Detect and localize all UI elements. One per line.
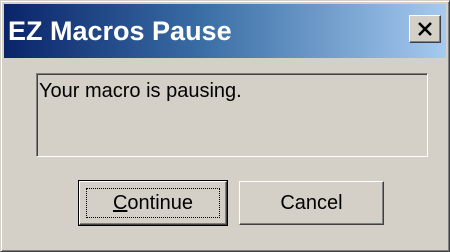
close-button[interactable]: [409, 15, 441, 43]
cancel-button-label: Cancel: [280, 191, 343, 214]
continue-button-label: Continue: [113, 192, 193, 215]
message-panel: Your macro is pausing.: [36, 73, 428, 157]
continue-mnemonic: C: [112, 191, 128, 214]
dialog-window: EZ Macros Pause Your macro is pausing. C…: [0, 0, 450, 252]
title-bar[interactable]: EZ Macros Pause: [4, 4, 446, 58]
cancel-button[interactable]: Cancel: [239, 181, 384, 225]
window-title: EZ Macros Pause: [8, 16, 232, 46]
close-icon: [417, 22, 433, 36]
continue-button[interactable]: Continue: [78, 180, 228, 226]
continue-label-rest: ontinue: [127, 191, 194, 214]
message-text: Your macro is pausing.: [39, 80, 242, 102]
